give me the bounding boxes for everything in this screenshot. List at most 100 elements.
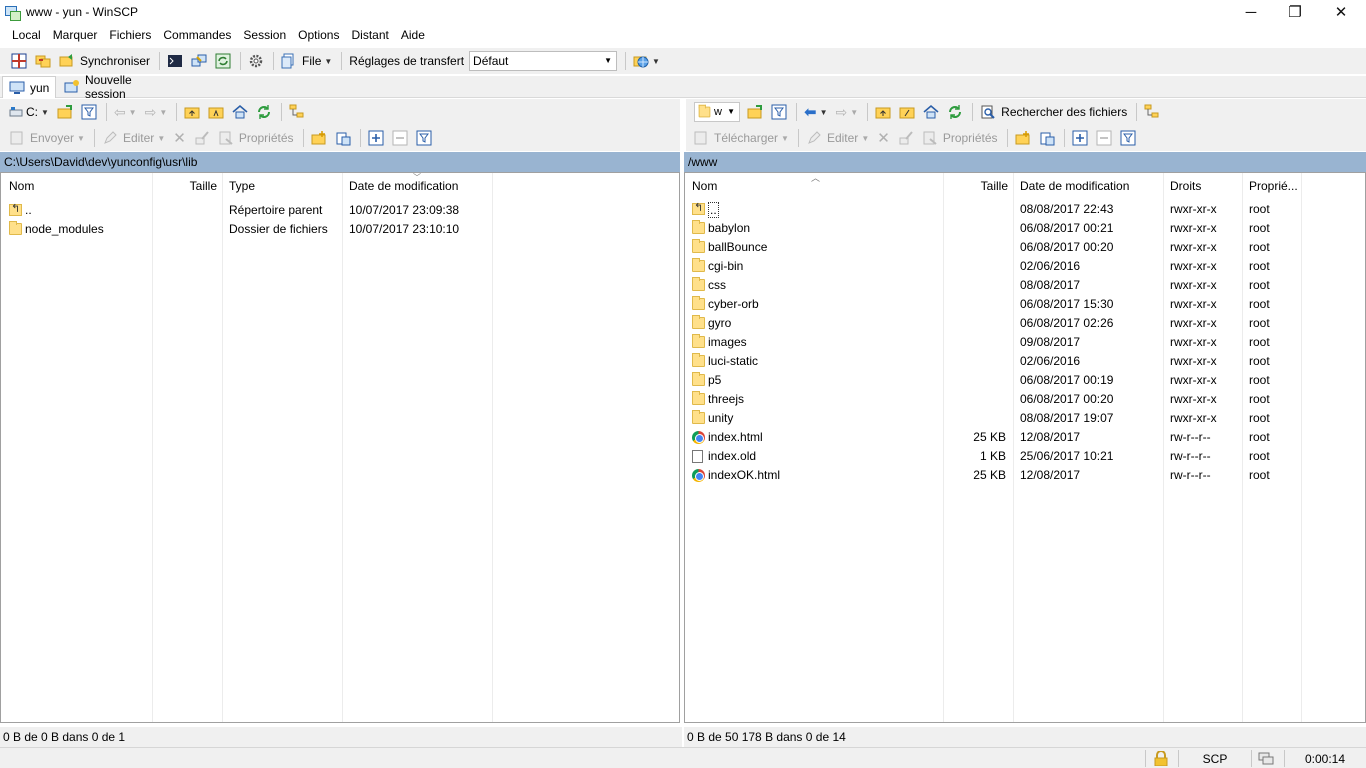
table-row[interactable]: threejs 06/08/2017 00:20 rwxr-xr-x root (685, 389, 1365, 408)
menu-aide[interactable]: Aide (395, 28, 431, 42)
minimize-icon[interactable]: ─ (1228, 0, 1274, 24)
left-unselect-button[interactable] (389, 127, 411, 149)
toolbar-separator (176, 103, 178, 121)
right-filter-button[interactable] (768, 101, 790, 123)
menu-local[interactable]: Local (6, 28, 47, 42)
menu-fichiers[interactable]: Fichiers (103, 28, 157, 42)
column-header-owner[interactable]: Proprié... (1249, 173, 1298, 199)
column-header-type[interactable]: Type (229, 173, 255, 199)
table-row[interactable]: cyber-orb 06/08/2017 15:30 rwxr-xr-x root (685, 294, 1365, 313)
left-path-bar[interactable]: C:\Users\David\dev\yunconfig\usr\lib (0, 152, 680, 172)
left-refresh-button[interactable] (253, 101, 275, 123)
menu-options[interactable]: Options (292, 28, 345, 42)
left-filter-button[interactable] (78, 101, 100, 123)
download-button[interactable]: Télécharger ▼ (690, 127, 792, 149)
right-forward-button[interactable]: ⇨ ▼ (833, 101, 862, 123)
restore-icon[interactable]: ❐ (1272, 0, 1318, 24)
column-header-size[interactable]: Taille (944, 173, 1008, 199)
column-header-size[interactable]: Taille (153, 173, 217, 199)
left-new-folder-button[interactable] (308, 127, 330, 149)
chevron-down-icon: ▼ (324, 56, 333, 66)
left-select-all-button[interactable] (365, 127, 387, 149)
menu-commandes[interactable]: Commandes (157, 28, 237, 42)
open-terminal-button[interactable] (164, 50, 186, 72)
left-edit-button[interactable]: Editer ▼ (99, 127, 168, 149)
left-delete-button[interactable]: ✕ (170, 127, 189, 149)
close-icon[interactable]: ✕ (1318, 0, 1364, 24)
right-delete-button[interactable]: ✕ (874, 127, 893, 149)
table-row[interactable]: p5 06/08/2017 00:19 rwxr-xr-x root (685, 370, 1365, 389)
left-open-dir-button[interactable] (54, 101, 76, 123)
left-root-dir-button[interactable] (205, 101, 227, 123)
transfer-settings-select[interactable]: Défaut ▼ (469, 51, 618, 71)
right-rename-button[interactable] (895, 127, 917, 149)
left-rename-button[interactable] (191, 127, 213, 149)
column-header-name[interactable]: Nom (692, 173, 717, 199)
sync-folders-icon (59, 54, 73, 67)
sites-button[interactable]: ▼ (630, 50, 663, 72)
left-file-list[interactable]: Nom Taille Type Date de modification ﹀ .… (0, 172, 680, 723)
local-remote-view-button[interactable] (8, 50, 30, 72)
right-edit-button[interactable]: Editer ▼ (803, 127, 872, 149)
menu-marquer[interactable]: Marquer (47, 28, 104, 42)
left-back-button[interactable]: ⇦ ▼ (111, 101, 140, 123)
queue-button[interactable] (212, 50, 234, 72)
right-unselect-button[interactable] (1093, 127, 1115, 149)
compare-dirs-button[interactable] (32, 50, 54, 72)
left-tree-button[interactable] (286, 101, 308, 123)
left-forward-button[interactable]: ⇨ ▼ (142, 101, 171, 123)
column-header-rights[interactable]: Droits (1170, 173, 1201, 199)
right-refresh-button[interactable] (944, 101, 966, 123)
find-files-button[interactable]: Rechercher des fichiers (977, 101, 1130, 123)
right-new-folder-button[interactable] (1012, 127, 1034, 149)
preferences-button[interactable] (245, 50, 267, 72)
right-tree-button[interactable] (1141, 101, 1163, 123)
right-path-bar[interactable]: /www (684, 152, 1366, 172)
right-filter-mask-button[interactable] (1117, 127, 1139, 149)
synchronize-button[interactable]: Synchroniser (56, 50, 153, 72)
left-properties-button[interactable]: Propriétés (215, 127, 297, 149)
menu-session[interactable]: Session (237, 28, 292, 42)
menu-distant[interactable]: Distant (345, 28, 394, 42)
open-putty-button[interactable] (188, 50, 210, 72)
left-drive-select[interactable]: C: ▼ (6, 101, 52, 123)
table-row[interactable]: ballBounce 06/08/2017 00:20 rwxr-xr-x root (685, 237, 1365, 256)
table-row[interactable]: indexOK.html 25 KB 12/08/2017 rw-r--r-- root (685, 465, 1365, 484)
table-row[interactable]: unity 08/08/2017 19:07 rwxr-xr-x root (685, 408, 1365, 427)
right-root-dir-button[interactable] (896, 101, 918, 123)
right-back-button[interactable]: ⬅ ▼ (801, 101, 831, 123)
left-parent-dir-button[interactable] (181, 101, 203, 123)
column-header-name[interactable]: Nom (9, 173, 34, 199)
table-row[interactable]: cgi-bin 02/06/2016 rwxr-xr-x root (685, 256, 1365, 275)
left-filter-mask-button[interactable] (413, 127, 435, 149)
left-home-button[interactable] (229, 101, 251, 123)
putty-icon (191, 54, 207, 67)
column-header-date[interactable]: Date de modification (349, 173, 458, 199)
lock-icon[interactable] (1150, 750, 1172, 767)
tab-session-yun[interactable]: yun (2, 76, 56, 98)
left-new-file-button[interactable] (332, 127, 354, 149)
table-row[interactable]: css 08/08/2017 rwxr-xr-x root (685, 275, 1365, 294)
right-parent-dir-button[interactable] (872, 101, 894, 123)
table-row[interactable]: index.old 1 KB 25/06/2017 10:21 rw-r--r-- ro… (685, 446, 1365, 465)
status-divider (1284, 750, 1285, 767)
upload-button[interactable]: Envoyer ▼ (6, 127, 88, 149)
table-row[interactable]: luci-static 02/06/2016 rwxr-xr-x root (685, 351, 1365, 370)
table-row[interactable]: node_modules Dossier de fichiers 10/07/201… (1, 219, 679, 238)
right-dir-select[interactable]: w ▼ (694, 102, 740, 122)
table-row[interactable]: .. Répertoire parent 10/07/2017 23:09:38 (1, 200, 679, 219)
right-new-file-button[interactable] (1036, 127, 1058, 149)
tab-new-session[interactable]: Nouvelle session (58, 73, 180, 101)
right-properties-button[interactable]: Propriétés (919, 127, 1001, 149)
file-menu-button[interactable]: File ▼ (278, 50, 335, 72)
right-home-button[interactable] (920, 101, 942, 123)
table-row[interactable]: babylon 06/08/2017 00:21 rwxr-xr-x root (685, 218, 1365, 237)
table-row[interactable]: gyro 06/08/2017 02:26 rwxr-xr-x root (685, 313, 1365, 332)
right-file-list[interactable]: Nom ︿ Taille Date de modification Droits… (684, 172, 1366, 723)
table-row[interactable]: .. 08/08/2017 22:43 rwxr-xr-x root (685, 199, 1365, 218)
table-row[interactable]: index.html 25 KB 12/08/2017 rw-r--r-- root (685, 427, 1365, 446)
right-select-all-button[interactable] (1069, 127, 1091, 149)
column-header-date[interactable]: Date de modification (1020, 173, 1129, 199)
right-open-dir-button[interactable] (744, 101, 766, 123)
table-row[interactable]: images 09/08/2017 rwxr-xr-x root (685, 332, 1365, 351)
